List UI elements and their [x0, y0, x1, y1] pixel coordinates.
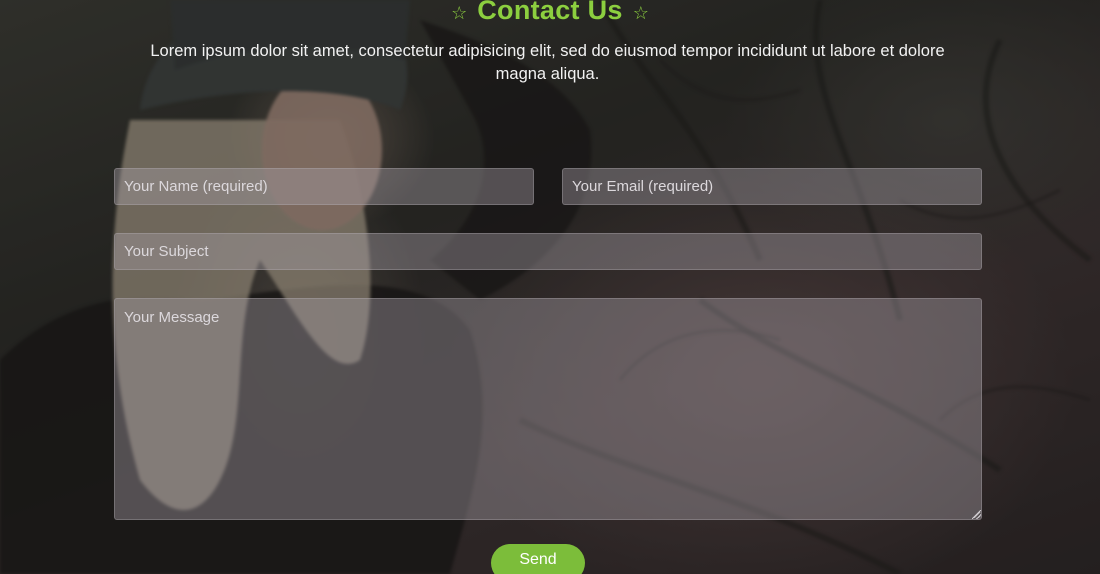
star-outline-icon: ☆ — [632, 3, 649, 23]
message-field[interactable] — [114, 298, 982, 520]
name-field[interactable] — [114, 168, 534, 205]
title-row: ☆ Contact Us ☆ — [0, 0, 1100, 26]
page-title: Contact Us — [477, 0, 623, 25]
section-description: Lorem ipsum dolor sit amet, consectetur … — [150, 42, 945, 83]
email-field[interactable] — [562, 168, 982, 205]
star-outline-icon: ☆ — [451, 3, 468, 23]
send-button[interactable]: Send — [491, 544, 585, 574]
contact-section: ☆ Contact Us ☆ Lorem ipsum dolor sit ame… — [0, 0, 1100, 574]
subject-field[interactable] — [114, 233, 982, 270]
